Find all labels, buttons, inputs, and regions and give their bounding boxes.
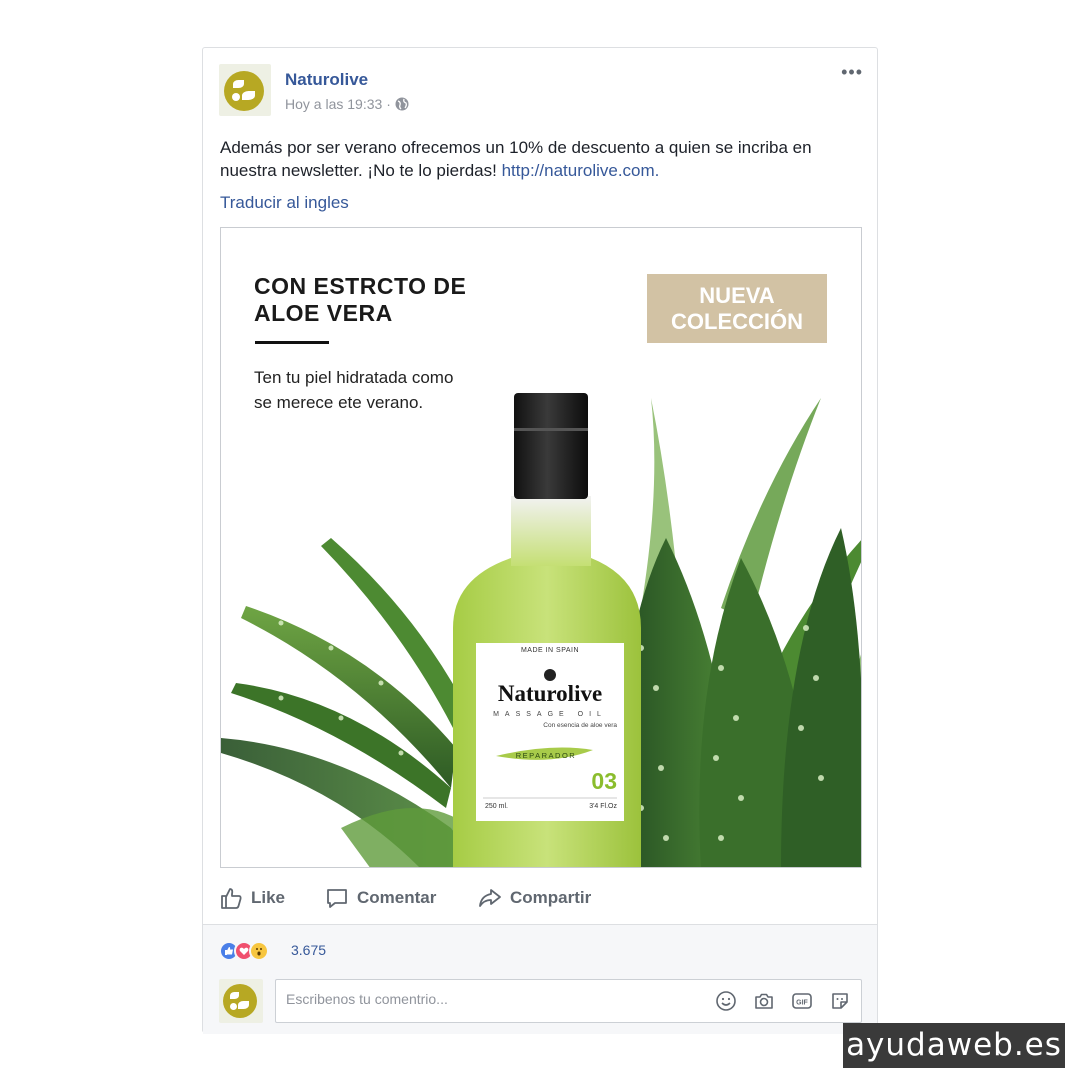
comment-icon	[327, 889, 347, 908]
watermark: ayudaweb.es	[843, 1023, 1065, 1068]
label-product: MASSAGE OIL	[493, 711, 607, 718]
label-number: 03	[591, 768, 617, 794]
share-arrow-icon	[479, 889, 501, 907]
olive-logo-icon	[224, 71, 264, 111]
reaction-icons[interactable]	[219, 941, 269, 961]
post-timestamp[interactable]: Hoy a las 19:33 ·	[285, 96, 409, 112]
action-bar: Like Comentar Compartir	[203, 870, 877, 924]
label-essence: Con esencia de aloe vera	[543, 722, 617, 729]
ad-subline: Ten tu piel hidratada como se merece ete…	[254, 365, 453, 415]
emoji-icon[interactable]	[715, 990, 737, 1012]
post-image[interactable]: CON ESTRCTO DE ALOE VERA Ten tu piel hid…	[220, 227, 862, 868]
page-name-link[interactable]: Naturolive	[285, 70, 368, 90]
share-label: Compartir	[510, 888, 592, 907]
user-avatar[interactable]	[219, 979, 263, 1023]
new-collection-badge: NUEVA COLECCIÓN	[647, 274, 827, 343]
post-time-text: Hoy a las 19:33	[285, 96, 383, 112]
headline-divider	[255, 341, 329, 344]
comment-composer[interactable]: GIF	[275, 979, 862, 1023]
label-volume-oz: 3'4 Fl.Oz	[589, 803, 617, 810]
more-options-button[interactable]: •••	[841, 62, 863, 83]
comment-input[interactable]	[284, 990, 688, 1008]
label-volume-ml: 250 ml.	[485, 803, 508, 810]
badge-line1: NUEVA	[699, 282, 775, 308]
like-button[interactable]: Like	[219, 886, 285, 910]
reactions-section: 3.675 G	[203, 924, 877, 1034]
ad-headline-line2: ALOE VERA	[254, 300, 393, 326]
ad-subline-line1: Ten tu piel hidratada como	[254, 368, 454, 387]
comment-label: Comentar	[357, 888, 437, 907]
separator-dot: ·	[386, 96, 391, 112]
svg-text:GIF: GIF	[796, 1000, 808, 1007]
label-brand: Naturolive	[497, 681, 603, 706]
composer-icons: GIF	[715, 990, 851, 1012]
camera-icon[interactable]	[753, 990, 775, 1012]
badge-line2: COLECCIÓN	[671, 308, 803, 334]
reaction-count[interactable]: 3.675	[291, 942, 326, 958]
comment-button[interactable]: Comentar	[325, 886, 436, 910]
post-link[interactable]: http://naturolive.com.	[502, 161, 660, 180]
ad-headline-line1: CON ESTRCTO DE	[254, 273, 467, 299]
post-card: Naturolive Hoy a las 19:33 · ••• Además …	[202, 47, 878, 1034]
like-label: Like	[251, 888, 286, 907]
globe-icon	[395, 97, 409, 111]
label-variant: REPARADOR	[515, 751, 577, 760]
olive-logo-icon	[223, 984, 257, 1018]
page-avatar[interactable]	[219, 64, 271, 116]
wow-reaction-icon	[249, 941, 269, 961]
sticker-icon[interactable]	[829, 990, 851, 1012]
ad-subline-line2: se merece ete verano.	[254, 393, 424, 412]
thumbs-up-icon	[221, 888, 242, 909]
share-button[interactable]: Compartir	[478, 886, 591, 910]
label-made-in: MADE IN SPAIN	[520, 647, 580, 654]
gif-icon[interactable]: GIF	[791, 990, 813, 1012]
ad-headline: CON ESTRCTO DE ALOE VERA	[254, 273, 466, 327]
post-text: Además por ser verano ofrecemos un 10% d…	[220, 136, 868, 182]
translate-link[interactable]: Traducir al ingles	[220, 193, 349, 213]
